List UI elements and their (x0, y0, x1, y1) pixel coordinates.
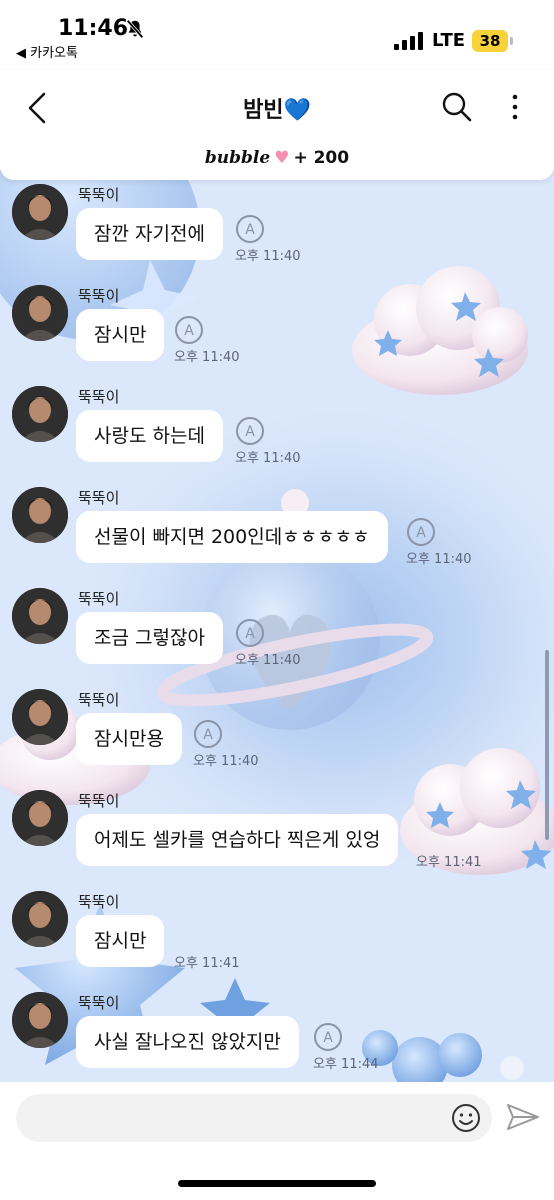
message-bubble[interactable]: 잠깐 자기전에 (76, 208, 223, 260)
chat-messages-area[interactable]: 뚝뚝이 잠깐 자기전에 A 오후 11:40 뚝뚝이 잠시만 A 오후 11:4… (0, 170, 554, 1082)
status-bar: 11:46 ◀ 카카오톡 LTE 38 (0, 0, 554, 70)
send-icon[interactable] (506, 1102, 540, 1132)
svg-text:A: A (323, 1030, 333, 1046)
avatar[interactable] (12, 184, 68, 240)
svg-text:A: A (184, 323, 194, 339)
avatar[interactable] (12, 588, 68, 644)
svg-text:A: A (416, 525, 426, 541)
message-bubble[interactable]: 잠시만 (76, 915, 165, 967)
sender-name: 뚝뚝이 (78, 994, 120, 1012)
svg-text:A: A (245, 626, 255, 642)
sender-name: 뚝뚝이 (78, 388, 120, 406)
avatar[interactable] (12, 689, 68, 745)
bubble-count: + 200 (293, 148, 350, 168)
message-time: 오후 11:40 (174, 350, 240, 365)
bubble-counter: bubble ♥ + 200 (0, 148, 554, 168)
sender-name: 뚝뚝이 (78, 590, 120, 608)
bubble-label: bubble (204, 148, 271, 168)
message-bubble[interactable]: 선물이 빠지면 200인데ㅎㅎㅎㅎㅎ (76, 511, 388, 563)
sender-name: 뚝뚝이 (78, 691, 120, 709)
translate-a-icon[interactable]: A (313, 1022, 343, 1052)
message-input-bar (0, 1082, 554, 1200)
message-input[interactable] (16, 1094, 492, 1142)
chat-message: 뚝뚝이 잠시만 오후 11:41 (0, 881, 554, 981)
sender-name: 뚝뚝이 (78, 792, 120, 810)
svg-text:A: A (245, 222, 255, 238)
sender-name: 뚝뚝이 (78, 893, 120, 911)
message-time: 오후 11:41 (416, 855, 482, 870)
message-time: 오후 11:40 (235, 249, 301, 264)
sender-name: 뚝뚝이 (78, 186, 120, 204)
chat-message: 뚝뚝이 잠시만용 A 오후 11:40 (0, 679, 554, 779)
avatar[interactable] (12, 891, 68, 947)
avatar[interactable] (12, 487, 68, 543)
sender-name: 뚝뚝이 (78, 287, 120, 305)
battery-tip (510, 37, 513, 45)
avatar[interactable] (12, 790, 68, 846)
chat-message: 뚝뚝이 잠깐 자기전에 A 오후 11:40 (0, 174, 554, 274)
chat-message: 뚝뚝이 조금 그렇잖아 A 오후 11:40 (0, 578, 554, 678)
translate-a-icon[interactable]: A (406, 517, 436, 547)
emoji-icon[interactable] (450, 1102, 482, 1134)
translate-a-icon[interactable]: A (235, 214, 265, 244)
avatar[interactable] (12, 285, 68, 341)
svg-text:A: A (203, 727, 213, 743)
translate-a-icon[interactable]: A (235, 618, 265, 648)
network-type: LTE (432, 30, 466, 51)
translate-a-icon[interactable]: A (193, 719, 223, 749)
message-bubble[interactable]: 조금 그렇잖아 (76, 612, 223, 664)
message-time: 오후 11:40 (406, 552, 472, 567)
back-to-app-link[interactable]: ◀ 카카오톡 (16, 42, 78, 61)
chat-message: 뚝뚝이 선물이 빠지면 200인데ㅎㅎㅎㅎㅎ A 오후 11:40 (0, 477, 554, 577)
message-time: 오후 11:40 (235, 653, 301, 668)
chat-header: 밤빈💙 bubble ♥ + 200 (0, 70, 554, 180)
more-vertical-icon[interactable] (502, 90, 528, 124)
battery-level: 38 (472, 30, 508, 52)
sender-name: 뚝뚝이 (78, 489, 120, 507)
chat-message: 뚝뚝이 사실 잘나오진 않았지만 A 오후 11:44 (0, 982, 554, 1082)
avatar[interactable] (12, 992, 68, 1048)
signal-icon (394, 32, 423, 50)
message-time: 오후 11:40 (235, 451, 301, 466)
chat-message: 뚝뚝이 사랑도 하는데 A 오후 11:40 (0, 376, 554, 476)
search-icon[interactable] (440, 90, 474, 124)
svg-text:A: A (245, 424, 255, 440)
bell-slash-icon (126, 19, 144, 39)
translate-a-icon[interactable]: A (174, 315, 204, 345)
avatar[interactable] (12, 386, 68, 442)
heart-icon: ♥ (274, 148, 290, 168)
message-bubble[interactable]: 잠시만 (76, 309, 165, 361)
message-bubble[interactable]: 사랑도 하는데 (76, 410, 223, 462)
message-bubble[interactable]: 사실 잘나오진 않았지만 (76, 1016, 299, 1068)
message-bubble[interactable]: 어제도 셀카를 연습하다 찍은게 있엉 (76, 814, 399, 866)
chat-message: 뚝뚝이 어제도 셀카를 연습하다 찍은게 있엉 오후 11:41 (0, 780, 554, 880)
message-time: 오후 11:40 (193, 754, 259, 769)
message-time: 오후 11:41 (174, 956, 240, 971)
message-time: 오후 11:44 (313, 1057, 379, 1072)
home-indicator[interactable] (178, 1180, 376, 1187)
translate-a-icon[interactable]: A (235, 416, 265, 446)
chat-message: 뚝뚝이 잠시만 A 오후 11:40 (0, 275, 554, 375)
message-bubble[interactable]: 잠시만용 (76, 713, 182, 765)
status-time: 11:46 (58, 16, 129, 41)
